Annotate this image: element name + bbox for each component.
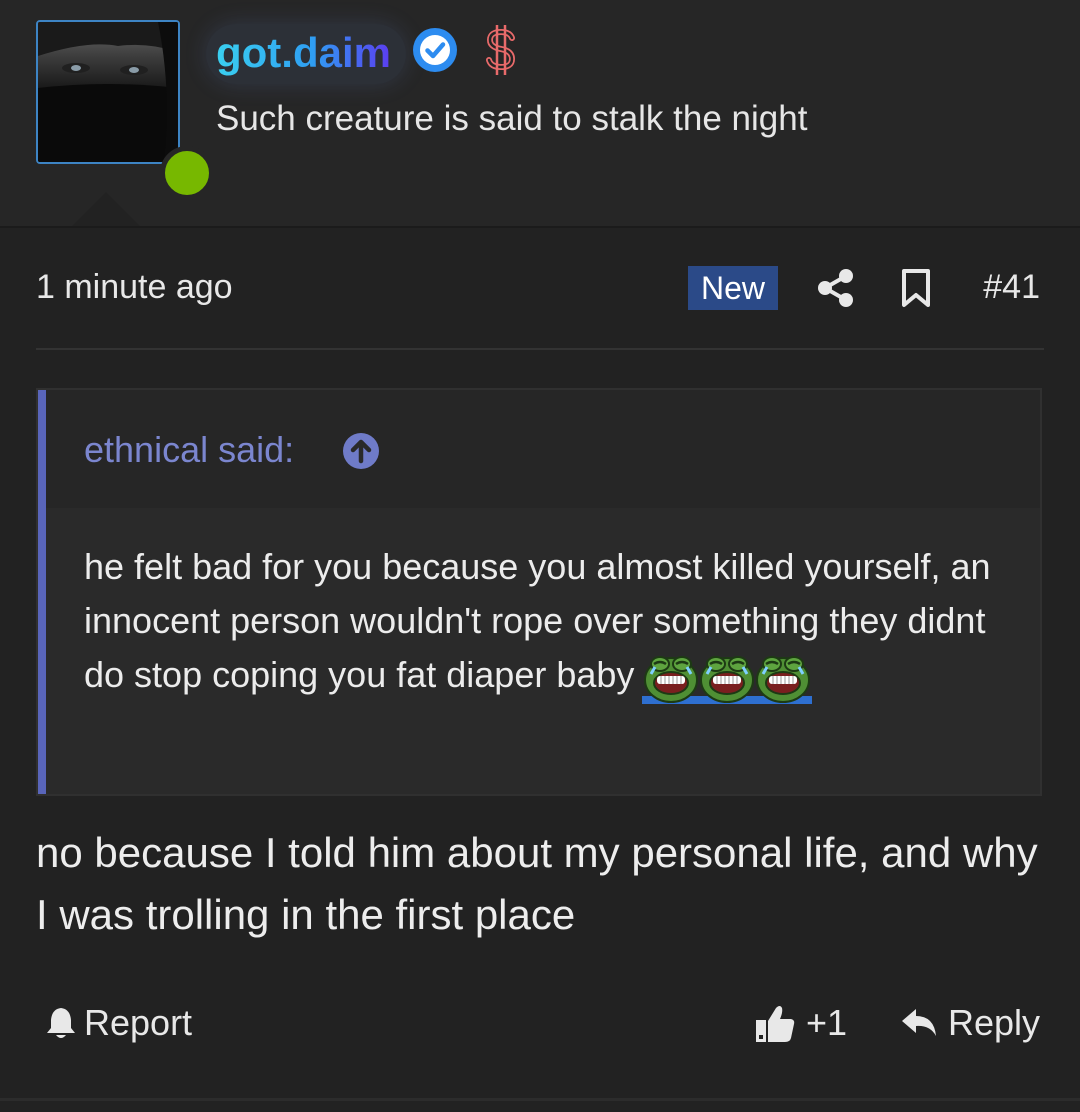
- post-bottom-divider: [0, 1098, 1080, 1101]
- avatar-container[interactable]: [36, 20, 214, 200]
- avatar-image: [38, 22, 178, 162]
- avatar[interactable]: [36, 20, 180, 164]
- quote-block: ethnical said: he felt bad for you becau…: [36, 388, 1042, 796]
- quote-author[interactable]: ethnical said:: [84, 428, 294, 472]
- post-pointer: [72, 192, 140, 226]
- username-link[interactable]: got.daim: [216, 28, 391, 78]
- reply-arrow-icon: [901, 1009, 936, 1036]
- report-label: Report: [84, 1002, 193, 1043]
- post-meta-row: 1 minute ago New #41: [36, 258, 1044, 318]
- user-info-block: got.daim Such creature is said to stalk …: [0, 0, 1080, 228]
- meta-divider: [36, 348, 1044, 350]
- post-body: no because I told him about my personal …: [36, 829, 1038, 938]
- forum-post: got.daim Such creature is said to stalk …: [0, 0, 1080, 1112]
- like-button[interactable]: +1: [754, 998, 847, 1048]
- share-icon[interactable]: [816, 268, 856, 308]
- reply-button[interactable]: Reply: [900, 998, 1040, 1048]
- report-button[interactable]: Report: [44, 998, 192, 1048]
- thumbs-up-icon: [756, 1006, 795, 1042]
- verified-check-icon: [413, 28, 457, 72]
- quote-text: he felt bad for you because you almost k…: [84, 546, 991, 695]
- post-actions: Report +1 Reply: [36, 996, 1044, 1050]
- quote-accent-bar: [38, 390, 46, 794]
- post-number-link[interactable]: #41: [983, 266, 1040, 308]
- emote-group: [642, 654, 813, 705]
- dollar-icon: [486, 25, 516, 75]
- online-status-indicator: [160, 146, 214, 200]
- bookmark-icon[interactable]: [900, 268, 932, 308]
- crying-laughing-frog-emote: [698, 656, 757, 705]
- reply-label: Reply: [947, 1002, 1040, 1043]
- arrow-up-circle-icon[interactable]: [342, 432, 380, 470]
- bell-icon: [47, 1008, 75, 1038]
- reaction-count: +1: [806, 1002, 848, 1043]
- new-badge: New: [688, 266, 778, 310]
- user-custom-title: Such creature is said to stalk the night: [216, 99, 808, 138]
- quote-header[interactable]: ethnical said:: [46, 390, 1040, 508]
- post-timestamp[interactable]: 1 minute ago: [36, 266, 233, 308]
- quote-content: he felt bad for you because you almost k…: [84, 540, 1014, 705]
- crying-laughing-frog-emote: [754, 656, 813, 705]
- crying-laughing-frog-emote: [642, 656, 701, 705]
